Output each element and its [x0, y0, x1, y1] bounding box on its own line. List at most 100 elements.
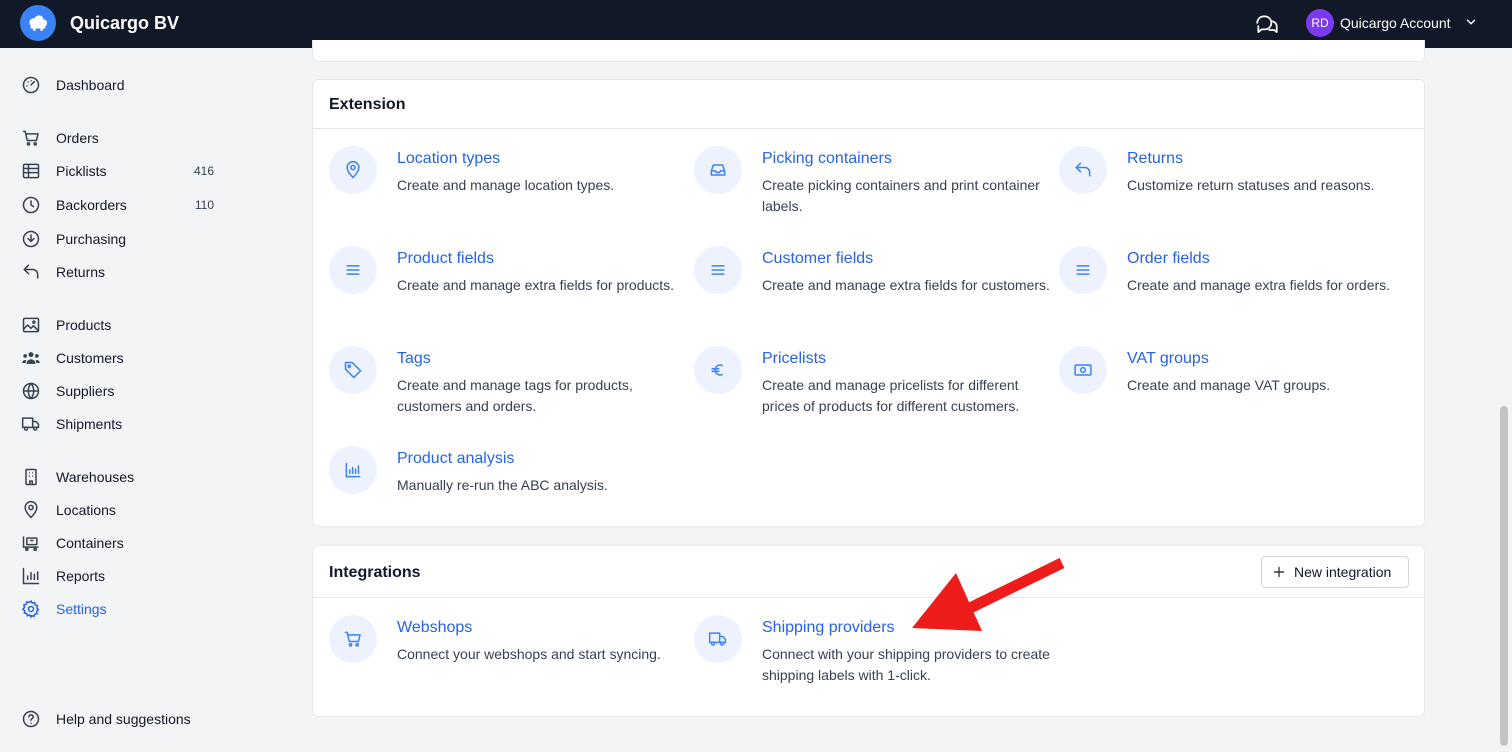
sidebar-item-label: Backorders [56, 197, 127, 213]
tile-title[interactable]: Location types [397, 150, 500, 168]
clock-icon [20, 194, 42, 216]
sidebar-item-label: Products [56, 317, 112, 333]
sidebar-item-label: Reports [56, 568, 106, 584]
sidebar-item-label: Shipments [56, 416, 123, 432]
image-icon [20, 314, 42, 336]
count-badge: 416 [193, 164, 214, 178]
avatar[interactable]: RD [1306, 9, 1334, 37]
sidebar-item-label: Purchasing [56, 231, 127, 247]
cart-icon [20, 127, 42, 149]
tile-order-fields[interactable]: Order fields Create and manage extra fie… [1059, 246, 1409, 326]
sidebar-item-shipments[interactable]: Shipments [20, 410, 220, 438]
tile-description: Create and manage location types. [397, 177, 615, 193]
sidebar-item-suppliers[interactable]: Suppliers [20, 377, 220, 405]
cloud-logo-icon[interactable] [20, 5, 56, 41]
sidebar-item-customers[interactable]: Customers [20, 344, 220, 372]
tile-description: Create and manage extra fields for custo… [762, 277, 1050, 293]
sidebar-item-settings[interactable]: Settings [20, 595, 220, 623]
table-icon [20, 160, 42, 182]
brand-name: Quicargo BV [70, 13, 180, 33]
tile-title[interactable]: Shipping providers [762, 619, 895, 637]
tile-description: Create and manage VAT groups. [1127, 377, 1331, 393]
sidebar-item-label: Picklists [56, 163, 107, 179]
truck-icon [20, 413, 42, 435]
return-arrow-icon [1059, 146, 1107, 194]
tile-customer-fields[interactable]: Customer fields Create and manage extra … [694, 246, 1050, 326]
banknote-icon [1059, 346, 1107, 394]
help-label: Help and suggestions [56, 711, 191, 727]
plus-icon [1272, 565, 1286, 579]
tile-title[interactable]: Order fields [1127, 250, 1210, 268]
sidebar: Dashboard Orders Picklists 416 Backorder… [0, 48, 240, 752]
tile-description: Create and manage pricelists for differe… [762, 377, 1020, 414]
map-pin-icon [329, 146, 377, 194]
help-circle-icon [20, 708, 42, 730]
sidebar-item-dashboard[interactable]: Dashboard [20, 71, 220, 99]
chart-icon [329, 446, 377, 494]
sidebar-item-purchasing[interactable]: Purchasing [20, 225, 220, 253]
sidebar-item-label: Customers [56, 350, 124, 366]
tile-description: Connect with your shipping providers to … [762, 646, 1050, 683]
sidebar-item-locations[interactable]: Locations [20, 496, 220, 524]
truck-icon [694, 615, 742, 663]
tile-description: Customize return statuses and reasons. [1127, 177, 1375, 193]
dashboard-icon [20, 74, 42, 96]
scrollbar-thumb[interactable] [1500, 406, 1508, 746]
tile-title[interactable]: Tags [397, 350, 431, 368]
sidebar-item-reports[interactable]: Reports [20, 562, 220, 590]
account-name[interactable]: Quicargo Account [1340, 15, 1451, 31]
sidebar-item-picklists[interactable]: Picklists 416 [20, 157, 220, 185]
tile-title[interactable]: Product analysis [397, 450, 514, 468]
card-header: Integrations New integration [313, 546, 1424, 598]
tile-tags[interactable]: Tags Create and manage tags for products… [329, 346, 679, 426]
sidebar-item-products[interactable]: Products [20, 311, 220, 339]
tile-description: Create picking containers and print cont… [762, 177, 1040, 214]
new-integration-button[interactable]: New integration [1261, 556, 1409, 588]
tile-title[interactable]: Webshops [397, 619, 472, 637]
list-icon [329, 246, 377, 294]
new-integration-label: New integration [1294, 564, 1392, 580]
tile-pricelists[interactable]: Pricelists Create and manage pricelists … [694, 346, 1044, 426]
return-arrow-icon [20, 261, 42, 283]
chat-icon[interactable] [1254, 11, 1280, 37]
sidebar-item-label: Dashboard [56, 77, 125, 93]
cart-icon [329, 615, 377, 663]
card-header: Extension [313, 80, 1424, 129]
sidebar-item-containers[interactable]: Containers [20, 529, 220, 557]
tile-webshops[interactable]: Webshops Connect your webshops and start… [329, 615, 679, 695]
count-badge: 110 [194, 198, 214, 212]
tile-title[interactable]: Product fields [397, 250, 494, 268]
tile-returns[interactable]: Returns Customize return statuses and re… [1059, 146, 1409, 226]
tag-icon [329, 346, 377, 394]
integrations-title: Integrations [329, 564, 421, 581]
tile-product-analysis[interactable]: Product analysis Manually re-run the ABC… [329, 446, 679, 526]
tile-description: Manually re-run the ABC analysis. [397, 477, 608, 493]
tile-title[interactable]: Picking containers [762, 150, 892, 168]
list-icon [694, 246, 742, 294]
sidebar-item-help[interactable]: Help and suggestions [20, 705, 220, 733]
euro-icon [694, 346, 742, 394]
sidebar-item-label: Containers [56, 535, 124, 551]
bar-chart-icon [20, 565, 42, 587]
sidebar-item-warehouses[interactable]: Warehouses [20, 463, 220, 491]
extension-title: Extension [329, 96, 406, 113]
tile-product-fields[interactable]: Product fields Create and manage extra f… [329, 246, 679, 326]
extension-card: Extension Location types Create and mana… [312, 79, 1425, 527]
chevron-down-icon[interactable] [1464, 15, 1478, 29]
tile-title[interactable]: Customer fields [762, 250, 873, 268]
sidebar-item-label: Warehouses [56, 469, 135, 485]
sidebar-item-orders[interactable]: Orders [20, 124, 220, 152]
download-circle-icon [20, 228, 42, 250]
sidebar-item-backorders[interactable]: Backorders 110 [20, 191, 220, 219]
tile-title[interactable]: Pricelists [762, 350, 826, 368]
tile-vat-groups[interactable]: VAT groups Create and manage VAT groups. [1059, 346, 1409, 426]
tile-title[interactable]: VAT groups [1127, 350, 1209, 368]
tile-description: Connect your webshops and start syncing. [397, 646, 661, 662]
tile-location-types[interactable]: Location types Create and manage locatio… [329, 146, 679, 226]
tile-shipping-providers[interactable]: Shipping providers Connect with your shi… [694, 615, 1050, 695]
sidebar-item-returns[interactable]: Returns [20, 258, 220, 286]
tile-picking-containers[interactable]: Picking containers Create picking contai… [694, 146, 1044, 226]
tile-title[interactable]: Returns [1127, 150, 1183, 168]
sidebar-item-label: Orders [56, 130, 99, 146]
container-icon [20, 532, 42, 554]
